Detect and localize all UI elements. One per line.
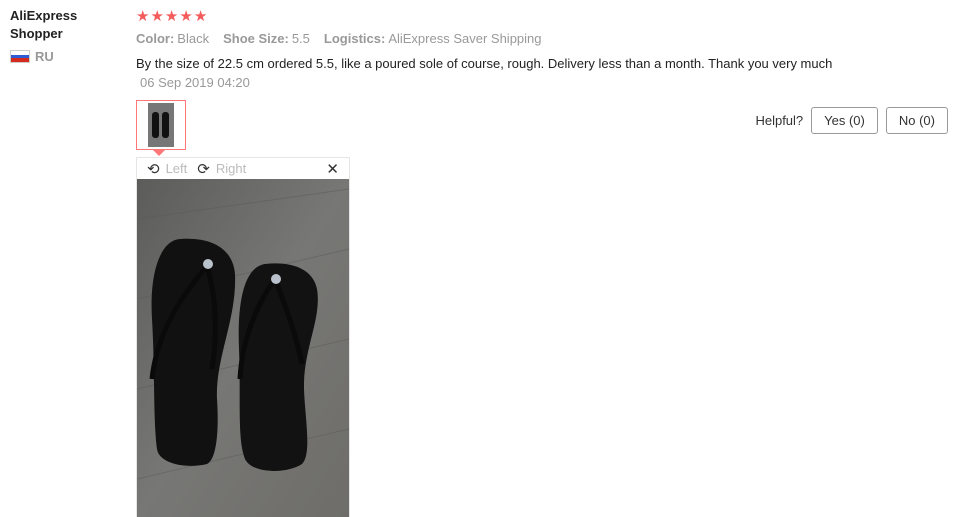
- star-icon: ★: [179, 7, 193, 25]
- thumbnail-image: [148, 103, 174, 147]
- country-code: RU: [35, 49, 54, 64]
- star-icon: ★: [193, 7, 208, 25]
- reviewer-name: AliExpress Shopper: [10, 8, 78, 41]
- rotate-right-button[interactable]: ⟳ Right: [197, 160, 246, 178]
- review-body: ★ ★ ★ ★ ★ Color: Black Shoe Size: 5.5 Logistic…: [136, 6, 856, 92]
- photo-viewer: ⟲ Left ⟳ Right ✕: [136, 157, 350, 517]
- viewer-toolbar: ⟲ Left ⟳ Right ✕: [137, 158, 349, 179]
- helpful-voting: Helpful? Yes (0) No (0): [755, 107, 948, 134]
- order-attributes: Color: Black Shoe Size: 5.5 Logistics: AliE…: [136, 31, 856, 46]
- review-photo-thumbnail[interactable]: [136, 100, 186, 150]
- reviewer-info: AliExpress Shopper RU: [10, 7, 120, 64]
- review-date: 06 Sep 2019 04:20: [140, 75, 250, 90]
- review-photo-large: [137, 179, 349, 517]
- star-rating: ★ ★ ★ ★ ★: [136, 6, 856, 26]
- attr-logistics: Logistics: AliExpress Saver Shipping: [323, 31, 542, 46]
- close-icon[interactable]: ✕: [326, 160, 339, 178]
- helpful-no-button[interactable]: No (0): [885, 107, 948, 134]
- star-icon: ★: [164, 7, 179, 25]
- attr-shoe-size: Shoe Size: 5.5: [223, 31, 310, 46]
- rotate-left-icon: ⟲: [147, 160, 160, 178]
- helpful-label: Helpful?: [755, 113, 804, 128]
- rotate-right-icon: ⟳: [197, 160, 210, 178]
- russia-flag-icon: [10, 50, 30, 63]
- star-icon: ★: [150, 7, 164, 25]
- star-icon: ★: [136, 7, 150, 25]
- attr-color: Color: Black: [136, 31, 210, 46]
- thumbnail-active-caret: [153, 150, 165, 156]
- helpful-yes-button[interactable]: Yes (0): [811, 107, 878, 134]
- review-text: By the size of 22.5 cm ordered 5.5, like…: [136, 56, 833, 90]
- reviewer-country: RU: [10, 49, 120, 64]
- rotate-left-button[interactable]: ⟲ Left: [147, 160, 187, 178]
